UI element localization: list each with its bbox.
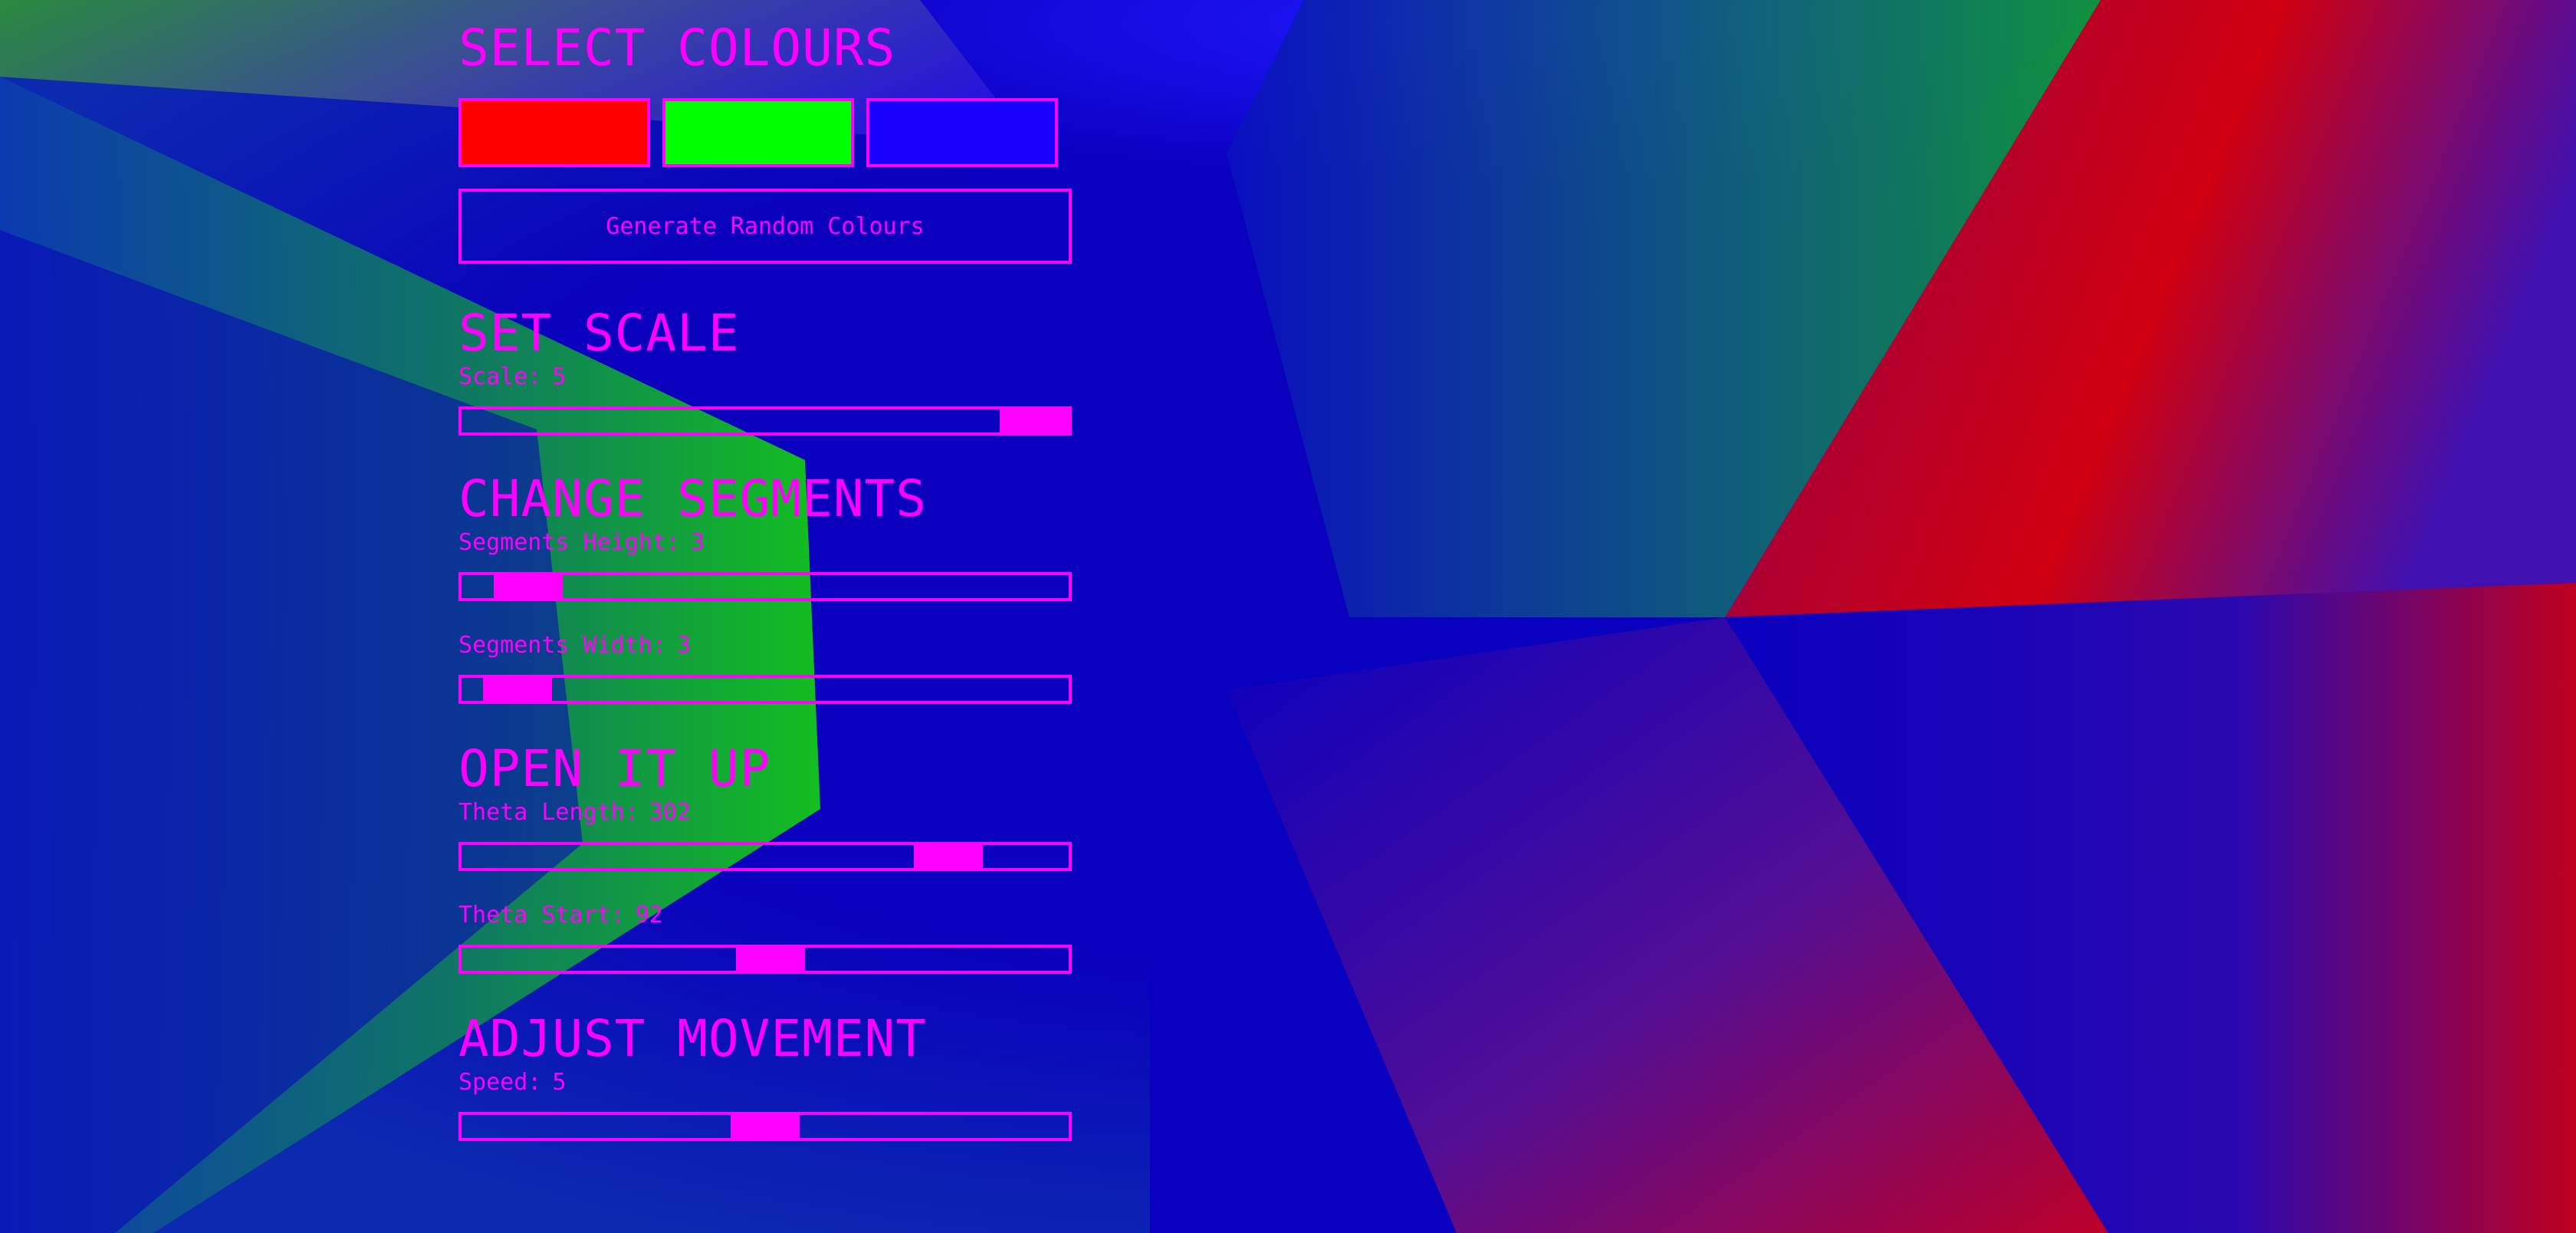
- change-segments-title: CHANGE SEGMENTS: [458, 469, 928, 528]
- theta-start-slider-thumb[interactable]: [736, 948, 805, 971]
- scale-slider[interactable]: [458, 406, 1072, 436]
- canvas-stage: SELECT COLOURS Generate Random Colours S…: [0, 0, 2576, 1233]
- theta-start-value: 92: [635, 902, 663, 929]
- speed-slider-thumb[interactable]: [731, 1115, 800, 1138]
- colour-swatch-1[interactable]: [458, 98, 650, 167]
- select-colours-title: SELECT COLOURS: [458, 18, 896, 77]
- colour-swatch-2[interactable]: [662, 98, 854, 167]
- segments-width-value: 3: [676, 632, 691, 659]
- theta-start-label-row: Theta Start: 92: [458, 902, 1072, 929]
- theta-length-label-row: Theta Length: 302: [458, 799, 1072, 827]
- segments-width-slider[interactable]: [458, 675, 1072, 704]
- speed-label: Speed:: [458, 1069, 542, 1096]
- theta-length-value: 302: [649, 799, 691, 826]
- background-shape-render: [0, 0, 2576, 1233]
- speed-slider[interactable]: [458, 1112, 1072, 1141]
- segments-width-slider-thumb[interactable]: [483, 678, 552, 701]
- segments-height-value: 3: [690, 529, 705, 556]
- open-it-up-title: OPEN IT UP: [458, 739, 771, 798]
- set-scale-title: SET SCALE: [458, 304, 740, 363]
- colour-swatches: [458, 98, 1072, 167]
- speed-label-row: Speed: 5: [458, 1069, 1072, 1097]
- segments-height-label: Segments Height:: [458, 529, 680, 556]
- theta-length-label: Theta Length:: [458, 799, 639, 826]
- theta-start-slider[interactable]: [458, 945, 1072, 974]
- scale-slider-thumb[interactable]: [1000, 409, 1069, 432]
- segments-height-slider[interactable]: [458, 572, 1072, 601]
- scale-label-row: Scale: 5: [458, 363, 1072, 391]
- colour-swatch-3[interactable]: [866, 98, 1058, 167]
- theta-length-slider-thumb[interactable]: [914, 845, 983, 868]
- adjust-movement-title: ADJUST MOVEMENT: [458, 1009, 928, 1068]
- scale-value: 5: [552, 363, 567, 390]
- segments-width-label: Segments Width:: [458, 632, 666, 659]
- speed-value: 5: [552, 1069, 567, 1096]
- segments-width-label-row: Segments Width: 3: [458, 632, 1072, 659]
- theta-length-slider[interactable]: [458, 842, 1072, 871]
- generate-random-colours-button[interactable]: Generate Random Colours: [458, 189, 1072, 264]
- segments-height-label-row: Segments Height: 3: [458, 529, 1072, 557]
- segments-height-slider-thumb[interactable]: [494, 575, 563, 598]
- controls-panel: SELECT COLOURS Generate Random Colours S…: [458, 23, 1072, 1141]
- theta-start-label: Theta Start:: [458, 902, 625, 929]
- scale-label: Scale:: [458, 363, 542, 390]
